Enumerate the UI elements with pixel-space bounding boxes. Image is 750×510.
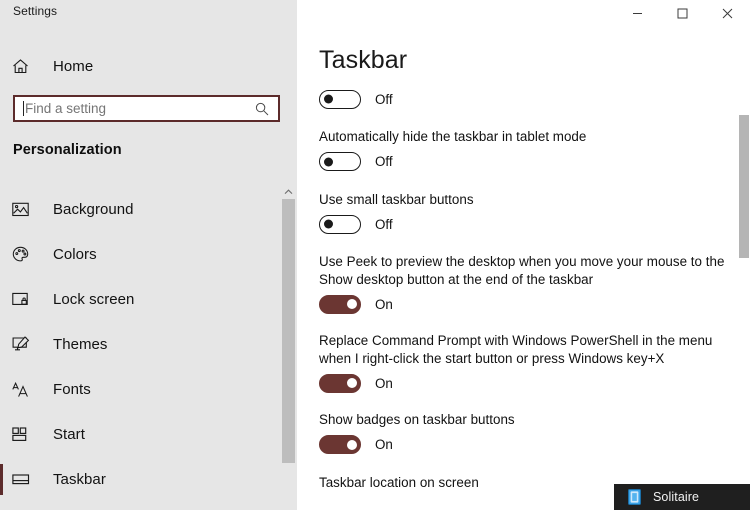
sidebar-item-home[interactable]: Home — [0, 51, 280, 81]
taskbar-icon — [12, 473, 42, 486]
sidebar-item-label: Lock screen — [53, 291, 135, 308]
setting-toggle[interactable] — [319, 214, 361, 234]
setting-toggle[interactable] — [319, 294, 361, 314]
setting-label: Use Peek to preview the desktop when you… — [319, 254, 725, 287]
toggle-knob — [324, 157, 333, 166]
settings-list: Off Automatically hide the taskbar in ta… — [319, 88, 729, 496]
image-icon — [12, 202, 42, 217]
home-icon — [12, 58, 42, 75]
toggle-state-label: On — [375, 296, 393, 312]
setting-row: Show badges on taskbar buttons On — [319, 411, 729, 456]
toggle-row: Off — [319, 151, 729, 173]
sidebar-item-lock-screen[interactable]: Lock screen — [0, 277, 280, 322]
toggle-state-label: Off — [375, 154, 393, 169]
chevron-up-icon[interactable] — [281, 185, 296, 198]
setting-label: Show badges on taskbar buttons — [319, 412, 515, 427]
solitaire-icon — [628, 489, 641, 505]
toggle-state-label: On — [375, 375, 393, 391]
taskbar-item-label: Solitaire — [653, 490, 700, 504]
minimize-button[interactable] — [615, 0, 660, 27]
toggle-knob — [347, 439, 357, 450]
sidebar-item-taskbar[interactable]: Taskbar — [0, 457, 280, 502]
sidebar-item-colors[interactable]: Colors — [0, 232, 280, 277]
sidebar-item-label: Start — [53, 426, 85, 443]
toggle-row: On — [319, 293, 729, 315]
selection-indicator — [0, 464, 3, 495]
toggle-knob — [324, 219, 333, 229]
toggle-knob — [324, 94, 333, 104]
setting-toggle[interactable] — [319, 435, 361, 454]
toggle-row: Off — [319, 213, 729, 235]
page-title: Taskbar — [319, 46, 408, 74]
sidebar-nav-list: Background Colors Lock screen Themes Fon… — [0, 187, 280, 502]
app-title: Settings — [13, 4, 58, 18]
close-button[interactable] — [705, 0, 750, 27]
toggle-row: On — [319, 434, 729, 456]
setting-row: Use Peek to preview the desktop when you… — [319, 253, 729, 315]
window-controls — [615, 0, 750, 27]
sidebar-item-label: Fonts — [53, 381, 91, 398]
main-content: Taskbar Off Automatically hide the taskb… — [297, 0, 750, 510]
main-scrollbar-thumb[interactable] — [739, 115, 749, 258]
fonts-icon — [12, 381, 42, 398]
maximize-button[interactable] — [660, 0, 705, 27]
setting-label: Use small taskbar buttons — [319, 191, 474, 207]
search-icon[interactable] — [255, 102, 269, 116]
setting-row: Replace Command Prompt with Windows Powe… — [319, 332, 729, 394]
sidebar-item-label: Themes — [53, 336, 108, 353]
toggle-state-label: Off — [375, 216, 393, 232]
setting-row: Automatically hide the taskbar in tablet… — [319, 128, 729, 173]
lock-screen-icon — [12, 292, 42, 307]
toggle-row: On — [319, 372, 729, 394]
sidebar-item-background[interactable]: Background — [0, 187, 280, 232]
sidebar-item-themes[interactable]: Themes — [0, 322, 280, 367]
sidebar-item-fonts[interactable]: Fonts — [0, 367, 280, 412]
sidebar-section-title: Personalization — [13, 142, 122, 158]
toggle-row: Off — [319, 88, 729, 110]
sidebar-item-start[interactable]: Start — [0, 412, 280, 457]
main-scrollbar[interactable] — [738, 30, 750, 480]
sidebar-item-label: Taskbar — [53, 471, 106, 488]
toggle-state-label: Off — [375, 91, 393, 107]
setting-row: Off — [319, 88, 729, 110]
setting-label: Replace Command Prompt with Windows Powe… — [319, 333, 713, 366]
sidebar-item-label: Background — [53, 201, 134, 218]
search-input[interactable] — [24, 97, 255, 120]
sidebar-item-label: Colors — [53, 246, 97, 263]
toggle-knob — [347, 378, 357, 388]
settings-window: Settings Home Personalization — [0, 0, 750, 510]
sidebar-scrollbar[interactable] — [281, 185, 296, 480]
setting-row: Use small taskbar buttons Off — [319, 191, 729, 236]
setting-label: Automatically hide the taskbar in tablet… — [319, 129, 587, 144]
sidebar-scrollbar-thumb[interactable] — [282, 199, 295, 463]
start-tiles-icon — [12, 427, 42, 442]
setting-toggle[interactable] — [319, 89, 361, 109]
toggle-state-label: On — [375, 437, 393, 452]
taskbar-item-solitaire[interactable]: Solitaire — [614, 484, 750, 510]
sidebar: Settings Home Personalization — [0, 0, 297, 510]
search-box[interactable] — [13, 95, 280, 122]
sidebar-item-home-label: Home — [53, 57, 94, 75]
palette-icon — [12, 246, 42, 263]
toggle-knob — [347, 299, 357, 309]
setting-toggle[interactable] — [319, 373, 361, 393]
setting-toggle[interactable] — [319, 152, 361, 171]
themes-icon — [12, 336, 42, 353]
